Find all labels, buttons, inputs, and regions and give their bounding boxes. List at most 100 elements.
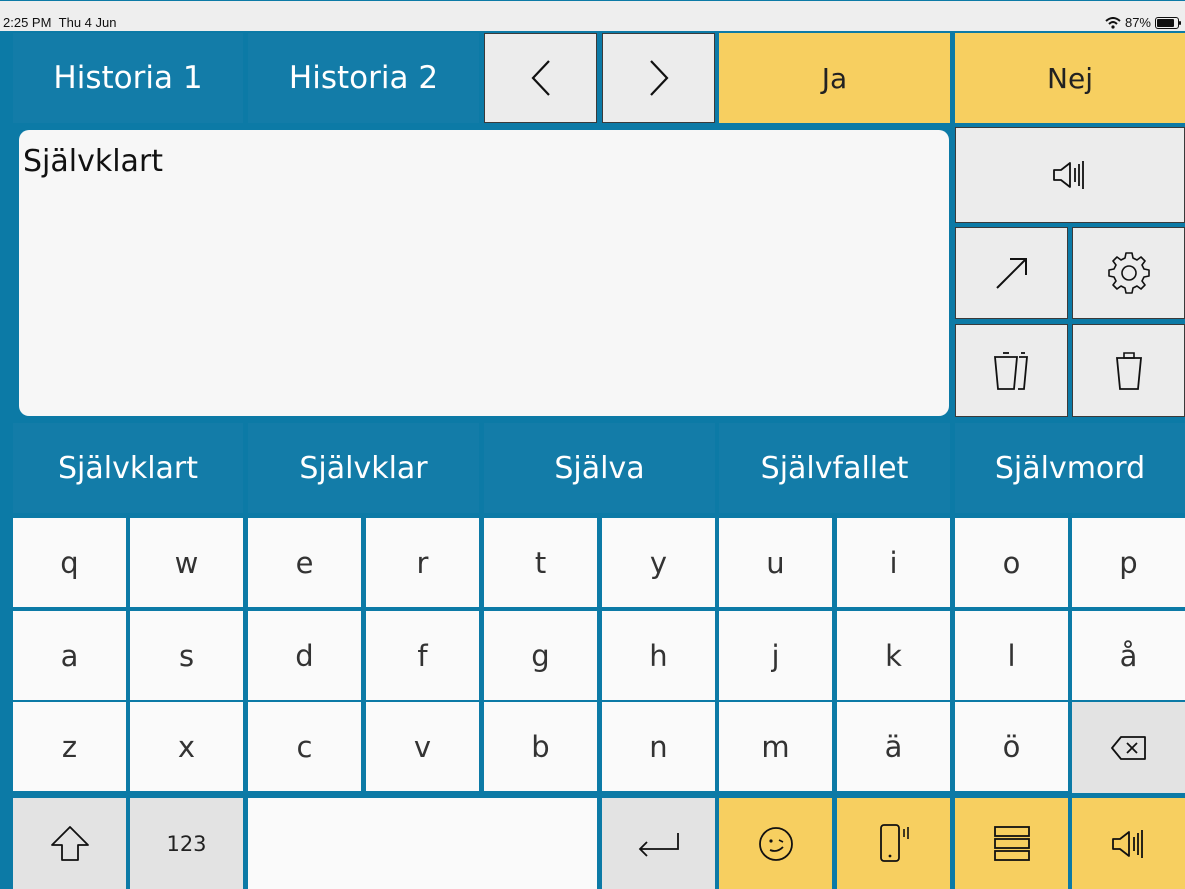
clear-all-button[interactable] xyxy=(955,324,1068,417)
key-row3-2[interactable]: x xyxy=(130,702,243,791)
key-row2-8[interactable]: k xyxy=(837,611,950,700)
key-label: j xyxy=(771,638,780,673)
key-row3-5[interactable]: b xyxy=(484,702,597,791)
key-label: h xyxy=(649,638,668,673)
prev-button[interactable] xyxy=(484,33,597,123)
key-row1-9[interactable]: o xyxy=(955,518,1068,607)
key-row3-8[interactable]: ä xyxy=(837,702,950,791)
key-label: x xyxy=(177,729,196,764)
key-row1-10[interactable]: p xyxy=(1072,518,1185,607)
key-label: b xyxy=(531,729,550,764)
key-row2-7[interactable]: j xyxy=(719,611,832,700)
key-label: n xyxy=(649,729,668,764)
key-row2-1[interactable]: a xyxy=(13,611,126,700)
chevron-left-icon xyxy=(529,58,553,98)
key-label: p xyxy=(1119,545,1138,580)
key-label: w xyxy=(174,545,199,580)
device-button[interactable] xyxy=(837,798,950,889)
suggestion-1[interactable]: Självklart xyxy=(13,423,243,513)
suggestion-label: Självmord xyxy=(994,450,1146,486)
app-screen: 2:25 PM Thu 4 Jun 87% Historia 1 Histori… xyxy=(0,0,1185,889)
clear-button[interactable] xyxy=(1072,324,1185,417)
wifi-icon xyxy=(1105,16,1121,29)
share-button[interactable] xyxy=(955,227,1068,319)
key-row2-2[interactable]: s xyxy=(130,611,243,700)
suggestion-2[interactable]: Självklar xyxy=(248,423,479,513)
key-row1-5[interactable]: t xyxy=(484,518,597,607)
key-label: l xyxy=(1007,638,1016,673)
suggestion-5[interactable]: Självmord xyxy=(955,423,1185,513)
menu-button[interactable] xyxy=(955,798,1068,889)
suggestion-3[interactable]: Själva xyxy=(484,423,715,513)
suggestion-4[interactable]: Självfallet xyxy=(719,423,950,513)
next-button[interactable] xyxy=(602,33,715,123)
key-row2-4[interactable]: f xyxy=(366,611,479,700)
history-1-label: Historia 1 xyxy=(53,60,203,96)
key-row1-4[interactable]: r xyxy=(366,518,479,607)
key-row1-7[interactable]: u xyxy=(719,518,832,607)
backspace-key[interactable] xyxy=(1072,702,1185,793)
battery-percent: 87% xyxy=(1124,15,1151,30)
key-label: y xyxy=(649,545,668,580)
shift-key[interactable] xyxy=(13,798,126,889)
key-row3-4[interactable]: v xyxy=(366,702,479,791)
yes-button[interactable]: Ja xyxy=(719,33,950,123)
space-key[interactable] xyxy=(248,798,597,889)
key-label: z xyxy=(61,729,78,764)
emoji-button[interactable] xyxy=(719,798,832,889)
status-date: Thu 4 Jun xyxy=(58,15,117,30)
key-row3-6[interactable]: n xyxy=(602,702,715,791)
key-row3-9[interactable]: ö xyxy=(955,702,1068,791)
key-row2-6[interactable]: h xyxy=(602,611,715,700)
key-label: q xyxy=(60,545,79,580)
key-row1-3[interactable]: e xyxy=(248,518,361,607)
key-row1-6[interactable]: y xyxy=(602,518,715,607)
speak-key[interactable] xyxy=(1072,798,1185,889)
status-bar: 2:25 PM Thu 4 Jun 87% xyxy=(0,0,1185,31)
key-label: c xyxy=(296,729,313,764)
history-1-button[interactable]: Historia 1 xyxy=(13,33,243,123)
message-text: Självklart xyxy=(23,144,164,179)
key-label: ö xyxy=(1002,729,1021,764)
return-key[interactable] xyxy=(602,798,715,889)
key-row1-1[interactable]: q xyxy=(13,518,126,607)
speak-button[interactable] xyxy=(955,127,1185,223)
speaker-icon xyxy=(1111,828,1147,860)
key-row2-3[interactable]: d xyxy=(248,611,361,700)
key-label: r xyxy=(416,545,429,580)
message-text-area[interactable]: Självklart xyxy=(19,130,949,416)
suggestion-label: Själva xyxy=(554,450,645,486)
key-label: v xyxy=(413,729,432,764)
settings-button[interactable] xyxy=(1072,227,1185,319)
key-label: d xyxy=(295,638,314,673)
key-row2-10[interactable]: å xyxy=(1072,611,1185,700)
key-row2-5[interactable]: g xyxy=(484,611,597,700)
key-label: g xyxy=(531,638,550,673)
key-row3-7[interactable]: m xyxy=(719,702,832,791)
key-label: f xyxy=(417,638,428,673)
numbers-label: 123 xyxy=(166,831,207,856)
double-trash-icon xyxy=(991,349,1033,393)
key-label: s xyxy=(178,638,195,673)
numbers-key[interactable]: 123 xyxy=(130,798,243,889)
history-2-button[interactable]: Historia 2 xyxy=(248,33,479,123)
suggestion-label: Självklar xyxy=(299,450,428,486)
gear-icon xyxy=(1107,251,1151,295)
key-row1-8[interactable]: i xyxy=(837,518,950,607)
no-button[interactable]: Nej xyxy=(955,33,1185,123)
key-row3-3[interactable]: c xyxy=(248,702,361,791)
key-label: å xyxy=(1119,638,1138,673)
return-icon xyxy=(636,831,682,857)
key-label: ä xyxy=(884,729,903,764)
key-label: o xyxy=(1002,545,1021,580)
key-label: u xyxy=(766,545,785,580)
key-row3-1[interactable]: z xyxy=(13,702,126,791)
speaker-icon xyxy=(1052,159,1088,191)
key-row2-9[interactable]: l xyxy=(955,611,1068,700)
key-label: t xyxy=(534,545,547,580)
history-2-label: Historia 2 xyxy=(288,60,439,96)
key-row1-2[interactable]: w xyxy=(130,518,243,607)
arrow-up-right-icon xyxy=(992,253,1032,293)
phone-vibrate-icon xyxy=(877,823,911,865)
status-left: 2:25 PM Thu 4 Jun xyxy=(3,15,116,30)
